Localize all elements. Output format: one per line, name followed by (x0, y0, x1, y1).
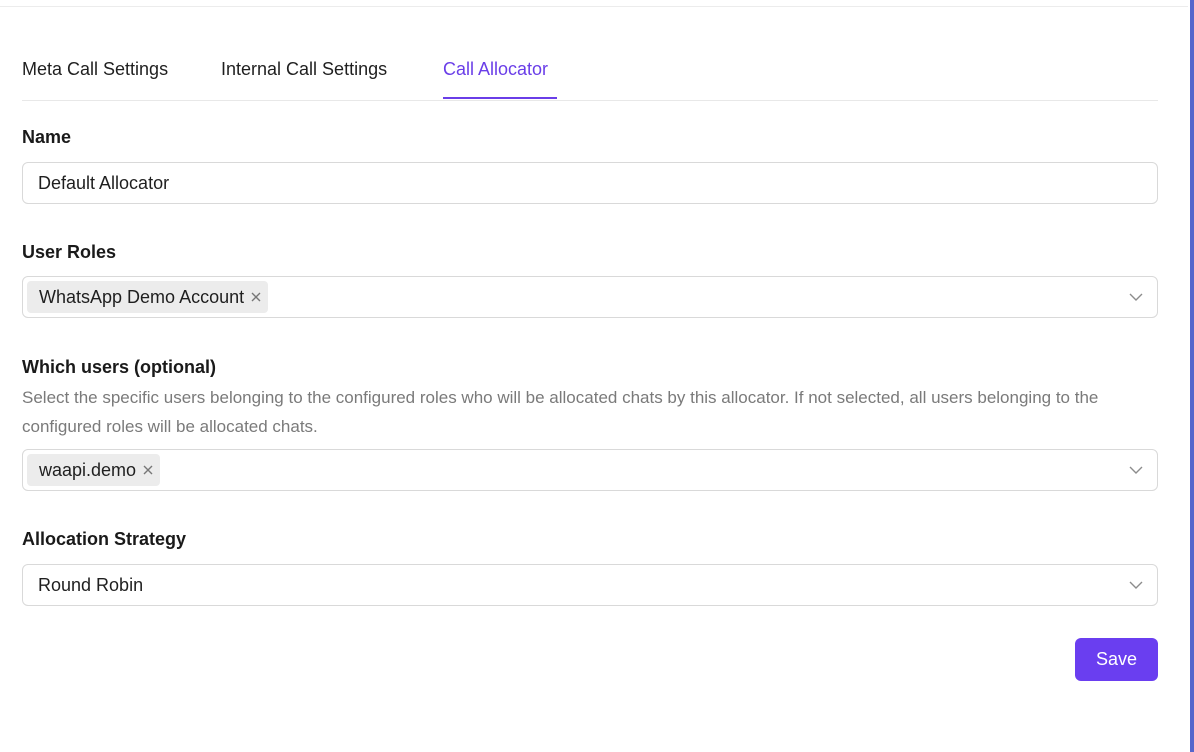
active-tab-indicator (443, 97, 557, 99)
which-users-help-text: Select the specific users belonging to t… (22, 388, 1099, 436)
tab-call-allocator[interactable]: Call Allocator (443, 59, 548, 80)
top-divider (0, 6, 1188, 7)
which-users-select[interactable]: waapi.demo (22, 449, 1158, 491)
user-role-tag: WhatsApp Demo Account (27, 281, 269, 313)
settings-tabs: Meta Call Settings Internal Call Setting… (22, 48, 1158, 101)
name-input-value: Default Allocator (38, 173, 170, 193)
chevron-down-icon (1129, 466, 1143, 474)
close-icon[interactable] (142, 464, 154, 476)
window-edge (1190, 0, 1194, 752)
tab-meta-call-settings[interactable]: Meta Call Settings (22, 59, 168, 80)
close-icon[interactable] (250, 291, 262, 303)
user-roles-label: User Roles (22, 242, 117, 262)
name-input[interactable]: Default Allocator (22, 162, 1158, 204)
allocation-strategy-label: Allocation Strategy (22, 529, 187, 549)
user-tag-label: waapi.demo (39, 459, 137, 480)
name-label: Name (22, 127, 72, 147)
chevron-down-icon (1129, 581, 1143, 589)
save-button[interactable]: Save (1075, 638, 1158, 681)
allocation-strategy-value: Round Robin (38, 575, 144, 595)
chevron-down-icon (1129, 293, 1143, 301)
user-roles-select[interactable]: WhatsApp Demo Account (22, 276, 1158, 318)
allocation-strategy-select[interactable]: Round Robin (22, 564, 1158, 606)
user-role-tag-label: WhatsApp Demo Account (39, 286, 245, 307)
tab-internal-call-settings[interactable]: Internal Call Settings (221, 59, 387, 80)
which-users-label: Which users (optional) (22, 357, 217, 377)
user-tag: waapi.demo (27, 454, 161, 486)
